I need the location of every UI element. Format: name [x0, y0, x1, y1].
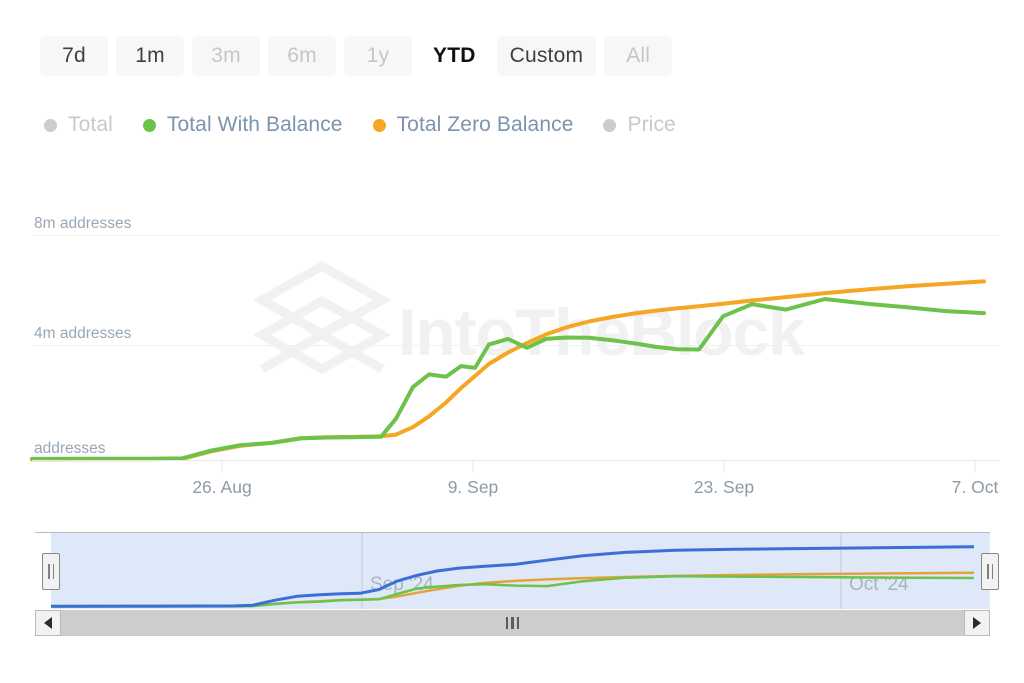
range-button-3m[interactable]: 3m: [192, 36, 260, 76]
x-tick-label-4: 7. Oct: [952, 477, 999, 497]
legend-dot-total: [44, 118, 57, 132]
scrollbar-thumb[interactable]: [61, 610, 964, 636]
handle-grip-line: [987, 564, 989, 579]
legend-item-total-with-balance[interactable]: Total With Balance: [142, 113, 343, 137]
chart-scrollbar[interactable]: [35, 610, 990, 636]
range-button-custom[interactable]: Custom: [496, 36, 597, 76]
y-tick-label-8m: 8m addresses: [34, 215, 132, 232]
chart-plot-area[interactable]: IntoTheBlock 8m addresses 4m addresses a…: [0, 180, 1024, 510]
scrollbar-grip-line: [516, 617, 520, 629]
scrollbar-grip-line: [505, 617, 509, 629]
chart-navigator[interactable]: Sep '24 Oct '24: [35, 532, 999, 610]
x-axis: [32, 460, 1000, 473]
handle-grip-line: [991, 564, 993, 579]
navigator-handle-right[interactable]: [981, 553, 999, 590]
handle-grip-line: [52, 564, 54, 579]
intotheblock-logo-icon: [252, 260, 392, 375]
legend-label-total-zero-balance: Total Zero Balance: [396, 113, 574, 136]
y-tick-label-4m: 4m addresses: [34, 325, 132, 342]
navigator-handle-left[interactable]: [42, 553, 60, 590]
chart-legend: Total Total With Balance Total Zero Bala…: [44, 113, 676, 137]
chart-svg: IntoTheBlock 8m addresses 4m addresses a…: [30, 215, 1000, 497]
legend-label-price: Price: [627, 113, 676, 136]
navigator-selected-region[interactable]: [51, 533, 990, 609]
scrollbar-grip-line: [511, 617, 514, 629]
navigator-svg: Sep '24 Oct '24: [35, 532, 990, 609]
legend-item-price[interactable]: Price: [603, 113, 676, 137]
x-tick-label-1: 26. Aug: [192, 477, 251, 497]
triangle-left-icon: [44, 617, 52, 629]
legend-dot-total-with-balance: [142, 118, 156, 132]
triangle-right-icon: [973, 617, 981, 629]
legend-item-total[interactable]: Total: [44, 113, 113, 137]
legend-label-total-with-balance: Total With Balance: [166, 113, 343, 136]
x-tick-label-3: 23. Sep: [694, 477, 754, 497]
range-button-6m[interactable]: 6m: [268, 36, 336, 76]
range-button-7d[interactable]: 7d: [40, 36, 108, 76]
legend-item-total-zero-balance[interactable]: Total Zero Balance: [372, 113, 574, 137]
legend-label-total: Total: [68, 113, 113, 136]
range-button-1y[interactable]: 1y: [344, 36, 412, 76]
range-button-ytd[interactable]: YTD: [420, 36, 489, 76]
y-axis-labels: 8m addresses 4m addresses addresses: [34, 215, 132, 457]
x-axis-labels: 26. Aug 9. Sep 23. Sep 7. Oct: [192, 477, 998, 497]
range-selector: 7d 1m 3m 6m 1y YTD Custom All: [40, 36, 673, 76]
range-button-all[interactable]: All: [604, 36, 673, 76]
legend-dot-total-zero-balance: [372, 118, 386, 132]
scrollbar-right-arrow-icon[interactable]: [964, 610, 990, 636]
range-button-1m[interactable]: 1m: [116, 36, 184, 76]
y-tick-label-0: addresses: [34, 440, 106, 457]
scrollbar-left-arrow-icon[interactable]: [35, 610, 61, 636]
x-tick-label-2: 9. Sep: [448, 477, 499, 497]
legend-dot-price: [603, 118, 617, 132]
handle-grip-line: [48, 564, 50, 579]
